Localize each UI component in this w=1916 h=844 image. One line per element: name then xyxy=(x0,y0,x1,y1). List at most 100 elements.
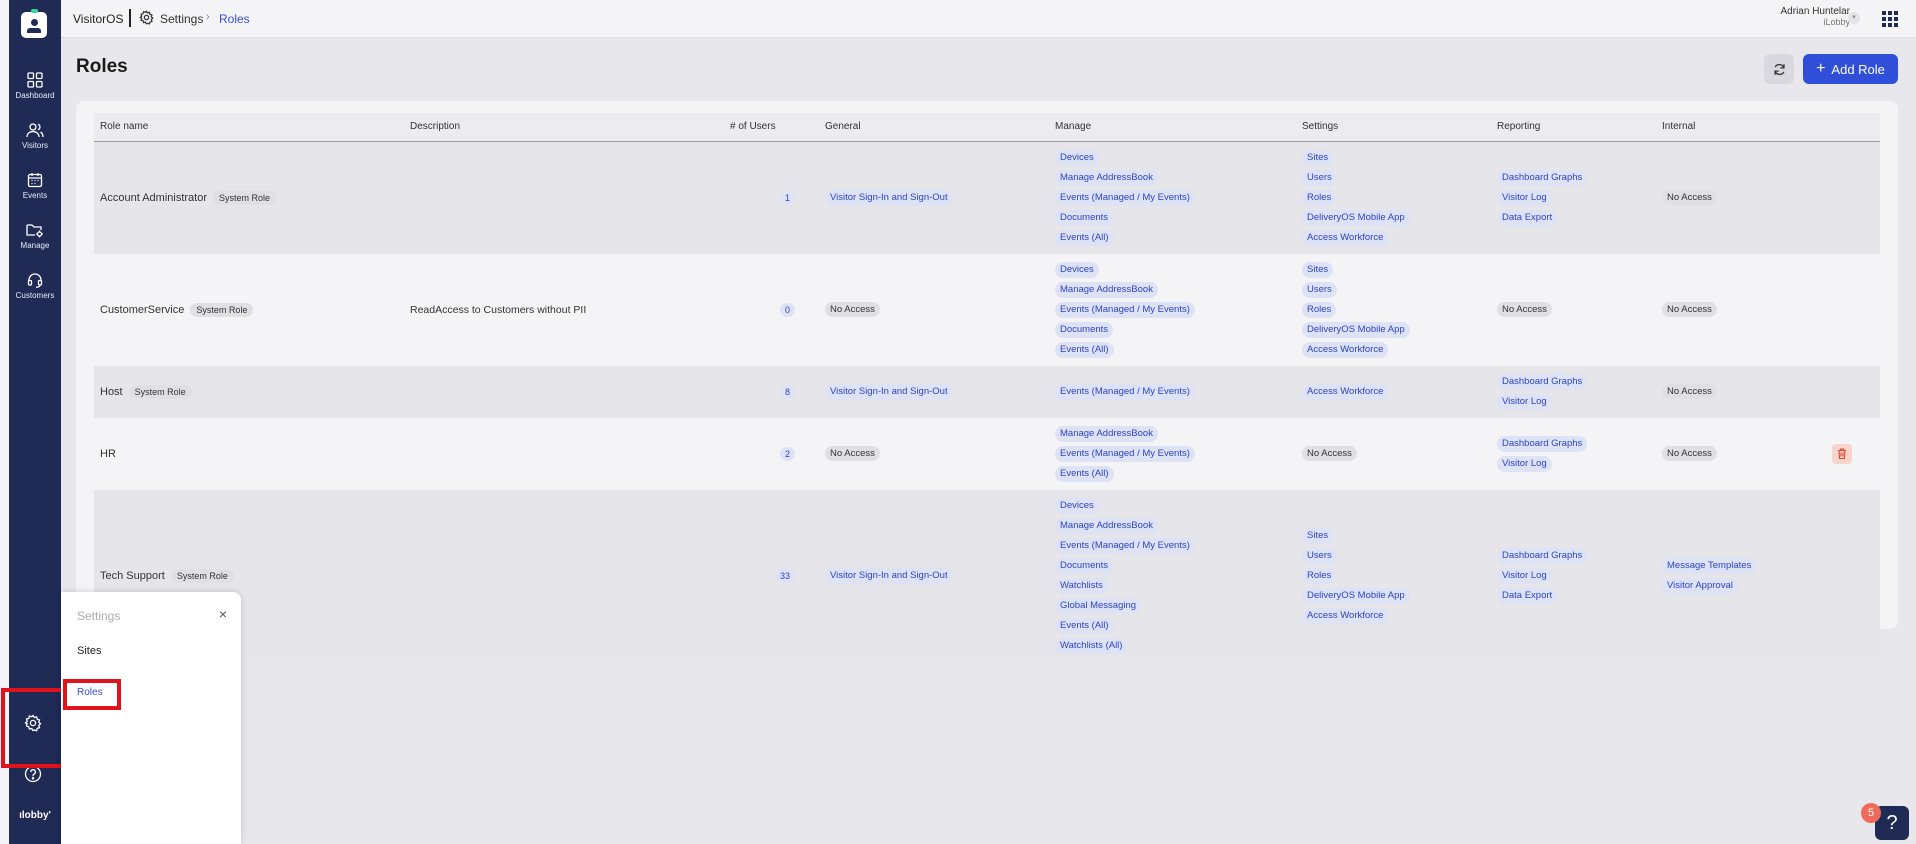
role-name[interactable]: HR xyxy=(100,448,116,460)
tag-list: Visitor Sign-In and Sign-Out xyxy=(825,376,1043,408)
permission-tag: Users xyxy=(1302,547,1337,564)
role-name[interactable]: Account Administrator xyxy=(100,192,207,204)
permission-tag: Devices xyxy=(1055,497,1099,514)
user-count-badge[interactable]: 33 xyxy=(774,568,795,583)
help-chat-label: ? xyxy=(1886,812,1898,834)
table-row[interactable]: CustomerService System Role ReadAccess to … xyxy=(94,253,1880,366)
permission-tag: Documents xyxy=(1055,321,1114,338)
column-header-actions xyxy=(1826,113,1880,142)
permission-tag: Events (All) xyxy=(1055,229,1114,246)
user-count-badge[interactable]: 2 xyxy=(779,446,795,461)
system-role-badge: System Role xyxy=(190,302,254,317)
cell-manage: Devices Manage AddressBook Events (Managed… xyxy=(1049,253,1296,366)
roles-table: Role name Description # of Users General Man… xyxy=(94,113,1880,662)
cell-internal: No Access xyxy=(1656,141,1826,254)
cell-internal: Message Templates Visitor Approval xyxy=(1656,489,1826,662)
table-row[interactable]: Host System Role 8 Visitor Sign-In and Sign… xyxy=(94,365,1880,418)
column-header[interactable]: General xyxy=(819,113,1049,142)
cell-description xyxy=(404,141,724,254)
breadcrumb-settings[interactable]: Settings xyxy=(160,12,203,26)
popover-item-sites[interactable]: Sites xyxy=(77,645,101,657)
cell-reporting: No Access xyxy=(1491,253,1656,366)
table-row[interactable]: Tech Support System Role 33 Visitor Sign-In… xyxy=(94,489,1880,662)
sidebar-item-manage[interactable]: Manage xyxy=(9,222,61,250)
cell-actions xyxy=(1826,253,1880,366)
no-access-badge: No Access xyxy=(1662,190,1717,205)
user-count-badge[interactable]: 1 xyxy=(779,190,795,205)
column-header[interactable]: Settings xyxy=(1296,113,1491,142)
permission-tag: Sites xyxy=(1302,149,1334,166)
permission-tag: DeliveryOS Mobile App xyxy=(1302,587,1410,604)
user-count-badge[interactable]: 8 xyxy=(779,384,795,399)
role-name[interactable]: CustomerService xyxy=(100,304,184,316)
permission-tag: Roles xyxy=(1302,567,1337,584)
cell-internal: No Access xyxy=(1656,417,1826,490)
chevron-down-icon[interactable]: ▾ xyxy=(1848,12,1860,24)
close-icon[interactable]: × xyxy=(219,606,227,622)
refresh-button[interactable] xyxy=(1764,54,1794,84)
highlight-roles-box xyxy=(63,679,121,710)
permission-tag: Users xyxy=(1302,169,1337,186)
permission-tag: Data Export xyxy=(1497,209,1558,226)
cell-description xyxy=(404,417,724,490)
permission-tag: Visitor Sign-In and Sign-Out xyxy=(825,189,953,206)
app-logo[interactable] xyxy=(21,9,47,38)
table-row[interactable]: HR 2 No Access Manage AddressBook Events (Ma… xyxy=(94,417,1880,490)
role-name[interactable]: Tech Support xyxy=(100,570,165,582)
cell-description xyxy=(404,489,724,662)
cell-internal: No Access xyxy=(1656,365,1826,418)
permission-tag: Manage AddressBook xyxy=(1055,281,1158,298)
sidebar-item-label: Customers xyxy=(15,291,55,300)
notification-badge: 5 xyxy=(1861,803,1881,823)
trash-icon xyxy=(1838,448,1846,459)
add-role-button[interactable]: + Add Role xyxy=(1803,54,1898,84)
permission-tag: Message Templates xyxy=(1662,557,1757,574)
permission-tag: Events (All) xyxy=(1055,465,1114,482)
cell-general: Visitor Sign-In and Sign-Out xyxy=(819,141,1049,254)
permission-tag: Global Messaging xyxy=(1055,597,1142,614)
user-menu[interactable]: Adrian Huntelar iLobby xyxy=(1781,6,1850,27)
permission-tag: Events (Managed / My Events) xyxy=(1055,445,1195,462)
column-header[interactable]: Description xyxy=(404,113,724,142)
sidebar-item-label: Manage xyxy=(20,241,50,250)
permission-tag: Access Workforce xyxy=(1302,383,1389,400)
role-name[interactable]: Host xyxy=(100,386,123,398)
permission-tag: Events (Managed / My Events) xyxy=(1055,537,1195,554)
user-count-badge[interactable]: 0 xyxy=(779,302,795,317)
headset-icon xyxy=(27,273,43,288)
no-access-badge: No Access xyxy=(825,446,880,461)
column-header[interactable]: # of Users xyxy=(724,113,819,142)
app-name[interactable]: VisitorOS xyxy=(73,12,123,26)
sidebar-item-visitors[interactable]: Visitors xyxy=(9,122,61,150)
permission-tag: Dashboard Graphs xyxy=(1497,373,1588,390)
sidebar-item-dashboard[interactable]: Dashboard xyxy=(9,72,61,100)
add-role-label: Add Role xyxy=(1831,61,1885,77)
sidebar-item-events[interactable]: Events xyxy=(9,172,61,200)
permission-tag: Watchlists xyxy=(1055,577,1108,594)
column-header[interactable]: Internal xyxy=(1656,113,1826,142)
cell-role-name: Account Administrator System Role xyxy=(94,141,404,254)
popover-title: Settings xyxy=(77,609,121,623)
column-header[interactable]: Role name xyxy=(94,113,404,142)
table-row[interactable]: Account Administrator System Role 1 Visitor… xyxy=(94,141,1880,254)
page-title: Roles xyxy=(76,56,128,77)
sidebar-item-label: Events xyxy=(22,191,48,200)
cell-general: No Access xyxy=(819,417,1049,490)
app-grid-icon[interactable] xyxy=(1882,11,1898,27)
delete-button[interactable] xyxy=(1832,443,1852,464)
breadcrumb-roles[interactable]: Roles xyxy=(219,12,250,26)
cell-role-name: CustomerService System Role xyxy=(94,253,404,366)
permission-tag: Visitor Sign-In and Sign-Out xyxy=(825,383,953,400)
permission-tag: Data Export xyxy=(1497,587,1558,604)
permission-tag: Access Workforce xyxy=(1302,341,1389,358)
permission-tag: Watchlists (All) xyxy=(1055,637,1128,654)
cell-general: Visitor Sign-In and Sign-Out xyxy=(819,489,1049,662)
permission-tag: Events (All) xyxy=(1055,617,1114,634)
column-header[interactable]: Reporting xyxy=(1491,113,1656,142)
column-header[interactable]: Manage xyxy=(1049,113,1296,142)
sidebar-item-customers[interactable]: Customers xyxy=(9,272,61,300)
permission-tag: Users xyxy=(1302,281,1337,298)
tag-list: Dashboard Graphs Visitor Log Data Export xyxy=(1497,162,1650,234)
permission-tag: Visitor Approval xyxy=(1662,577,1738,594)
tag-list: Sites Users Roles DeliveryOS Mobile App Acce… xyxy=(1302,254,1485,366)
